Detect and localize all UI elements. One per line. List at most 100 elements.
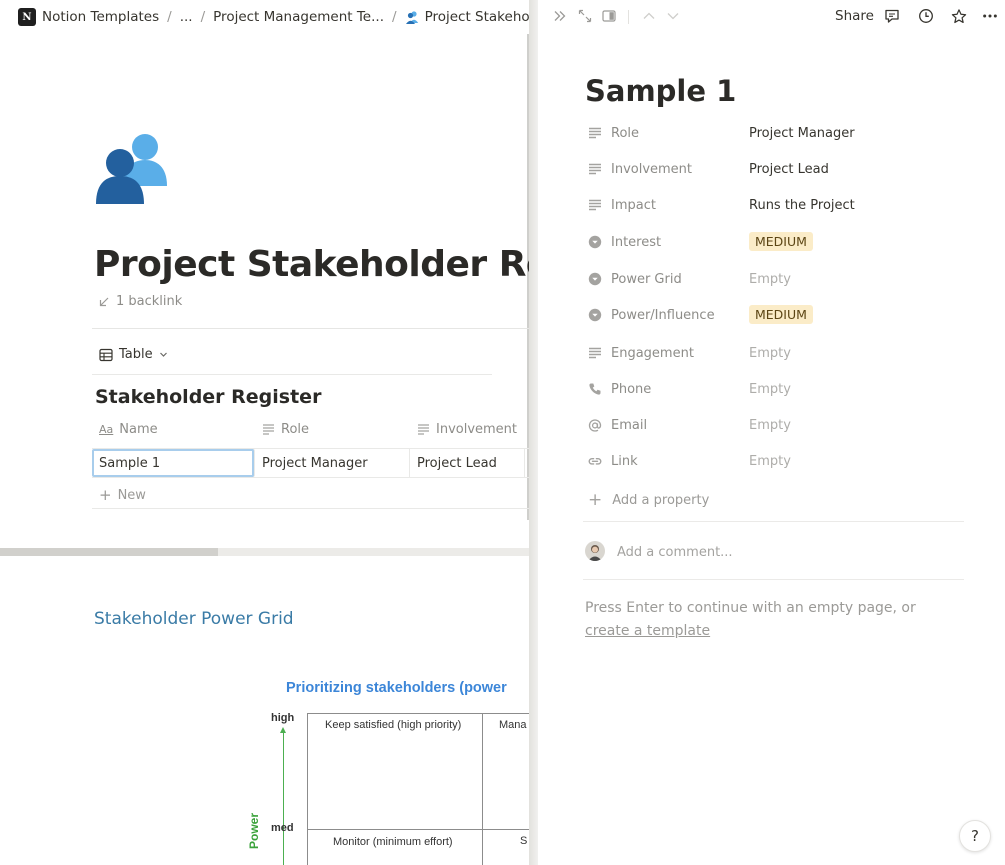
divider bbox=[92, 328, 529, 329]
property-row[interactable]: Role Project Manager bbox=[585, 120, 985, 148]
grid-cell-label: S bbox=[520, 835, 528, 847]
property-value[interactable]: Empty bbox=[749, 272, 791, 287]
help-button[interactable]: ? bbox=[959, 820, 991, 852]
property-value[interactable]: Empty bbox=[749, 418, 791, 433]
property-row[interactable]: Link Empty bbox=[585, 448, 985, 476]
property-row[interactable]: Email Empty bbox=[585, 412, 985, 440]
backlink-label: 1 backlink bbox=[116, 294, 183, 309]
property-value[interactable]: Project Manager bbox=[749, 126, 855, 141]
breadcrumb-parent[interactable]: Project Management Te... bbox=[213, 9, 384, 25]
breadcrumb-separator: / bbox=[200, 9, 206, 25]
phone-icon bbox=[588, 382, 602, 396]
property-value[interactable]: Empty bbox=[749, 382, 791, 397]
text-lines-icon bbox=[263, 424, 274, 435]
property-row[interactable]: Power Grid Empty bbox=[585, 266, 985, 294]
people-icon bbox=[405, 11, 418, 24]
property-row[interactable]: Impact Runs the Project bbox=[585, 192, 985, 220]
property-name[interactable]: Link bbox=[611, 454, 638, 469]
property-name[interactable]: Power Grid bbox=[611, 272, 682, 287]
empty-page-hint: Press Enter to continue with an empty pa… bbox=[585, 600, 916, 616]
text-lines-icon bbox=[418, 424, 429, 435]
peek-page-title[interactable]: Sample 1 bbox=[585, 74, 736, 108]
table-icon bbox=[99, 348, 113, 361]
horizontal-scrollbar-thumb[interactable] bbox=[0, 548, 218, 556]
property-name[interactable]: Role bbox=[611, 126, 639, 141]
panel-divider[interactable] bbox=[529, 0, 538, 865]
column-header-role[interactable]: Role bbox=[262, 420, 309, 438]
comment-icon[interactable] bbox=[884, 8, 900, 24]
breadcrumb-current-label: Project Stakeholder Regis bbox=[424, 9, 529, 25]
property-value[interactable]: Runs the Project bbox=[749, 198, 855, 213]
property-value[interactable]: MEDIUM bbox=[749, 232, 813, 251]
avatar bbox=[585, 541, 605, 561]
column-header-label: Name bbox=[119, 421, 158, 437]
grid-cell-label: Keep satisfied (high priority) bbox=[325, 719, 462, 731]
arrow-down-left-icon bbox=[99, 297, 109, 306]
breadcrumb-current[interactable]: Project Stakeholder Regis bbox=[405, 9, 529, 25]
property-name[interactable]: Impact bbox=[611, 198, 656, 213]
property-name[interactable]: Phone bbox=[611, 382, 651, 397]
select-icon bbox=[588, 272, 602, 286]
title-property-icon: Aa bbox=[99, 422, 114, 436]
plus-icon: + bbox=[99, 486, 112, 504]
side-peek-icon[interactable] bbox=[601, 8, 617, 24]
comment-input[interactable]: Add a comment... bbox=[617, 545, 733, 560]
expand-icon[interactable] bbox=[577, 8, 593, 24]
add-property-button[interactable]: + Add a property bbox=[588, 490, 709, 510]
property-value[interactable]: Empty bbox=[749, 454, 791, 469]
property-name[interactable]: Engagement bbox=[611, 346, 694, 361]
text-lines-icon bbox=[588, 126, 602, 140]
plus-icon: + bbox=[588, 490, 603, 510]
breadcrumb-separator: / bbox=[392, 9, 397, 25]
database-title[interactable]: Stakeholder Register bbox=[95, 386, 321, 408]
select-icon bbox=[588, 308, 602, 322]
toolbar-separator bbox=[628, 10, 629, 24]
property-name[interactable]: Power/Influence bbox=[611, 308, 715, 323]
property-row[interactable]: Involvement Project Lead bbox=[585, 156, 985, 184]
chevron-up-icon[interactable] bbox=[641, 8, 657, 24]
section-heading[interactable]: Stakeholder Power Grid bbox=[94, 609, 294, 629]
new-row-button[interactable]: + New bbox=[99, 486, 146, 504]
cell-name[interactable]: Sample 1 bbox=[92, 449, 255, 477]
column-header-name[interactable]: Aa Name bbox=[99, 420, 158, 438]
property-row[interactable]: Power/Influence MEDIUM bbox=[585, 302, 985, 330]
select-icon bbox=[588, 235, 602, 249]
divider bbox=[583, 579, 964, 580]
history-clock-icon[interactable] bbox=[918, 8, 934, 24]
cell-involvement[interactable]: Project Lead bbox=[410, 449, 525, 477]
cell-role[interactable]: Project Manager bbox=[255, 449, 410, 477]
favorite-star-icon[interactable] bbox=[951, 8, 967, 24]
table-row[interactable]: Sample 1 Project Manager Project Lead bbox=[92, 448, 529, 478]
chevron-down-icon[interactable] bbox=[665, 8, 681, 24]
property-row[interactable]: Phone Empty bbox=[585, 376, 985, 404]
column-header-label: Role bbox=[281, 421, 310, 437]
page-title[interactable]: Project Stakeholder Regi bbox=[94, 244, 529, 285]
text-lines-icon bbox=[588, 346, 602, 360]
view-selector[interactable]: Table bbox=[99, 347, 168, 362]
breadcrumb-separator: / bbox=[167, 9, 172, 25]
axis-arrow bbox=[280, 727, 286, 865]
property-value[interactable]: Project Lead bbox=[749, 162, 829, 177]
backlink[interactable]: 1 backlink bbox=[98, 294, 182, 309]
close-peek-icon[interactable] bbox=[552, 8, 568, 24]
share-button[interactable]: Share bbox=[835, 8, 874, 24]
property-name[interactable]: Involvement bbox=[611, 162, 692, 177]
create-template-link[interactable]: create a template bbox=[585, 623, 710, 639]
chevron-down-icon bbox=[159, 352, 167, 357]
people-icon[interactable] bbox=[96, 130, 168, 204]
property-row[interactable]: Interest MEDIUM bbox=[585, 229, 985, 257]
property-value[interactable]: MEDIUM bbox=[749, 305, 813, 324]
more-options-icon[interactable] bbox=[982, 8, 998, 24]
breadcrumb-ellipsis[interactable]: ... bbox=[180, 9, 193, 25]
breadcrumb: N Notion Templates / ... / Project Manag… bbox=[0, 0, 529, 34]
power-grid-title: Prioritizing stakeholders (power bbox=[286, 680, 507, 696]
property-value[interactable]: Empty bbox=[749, 346, 791, 361]
at-icon bbox=[588, 418, 602, 432]
property-name[interactable]: Interest bbox=[611, 235, 661, 250]
breadcrumb-workspace[interactable]: N Notion Templates bbox=[18, 8, 159, 26]
property-row[interactable]: Engagement Empty bbox=[585, 340, 985, 368]
breadcrumb-workspace-label: Notion Templates bbox=[42, 9, 160, 25]
axis-med-label: med bbox=[271, 822, 294, 834]
property-name[interactable]: Email bbox=[611, 418, 647, 433]
column-header-involvement[interactable]: Involvement bbox=[417, 420, 517, 438]
